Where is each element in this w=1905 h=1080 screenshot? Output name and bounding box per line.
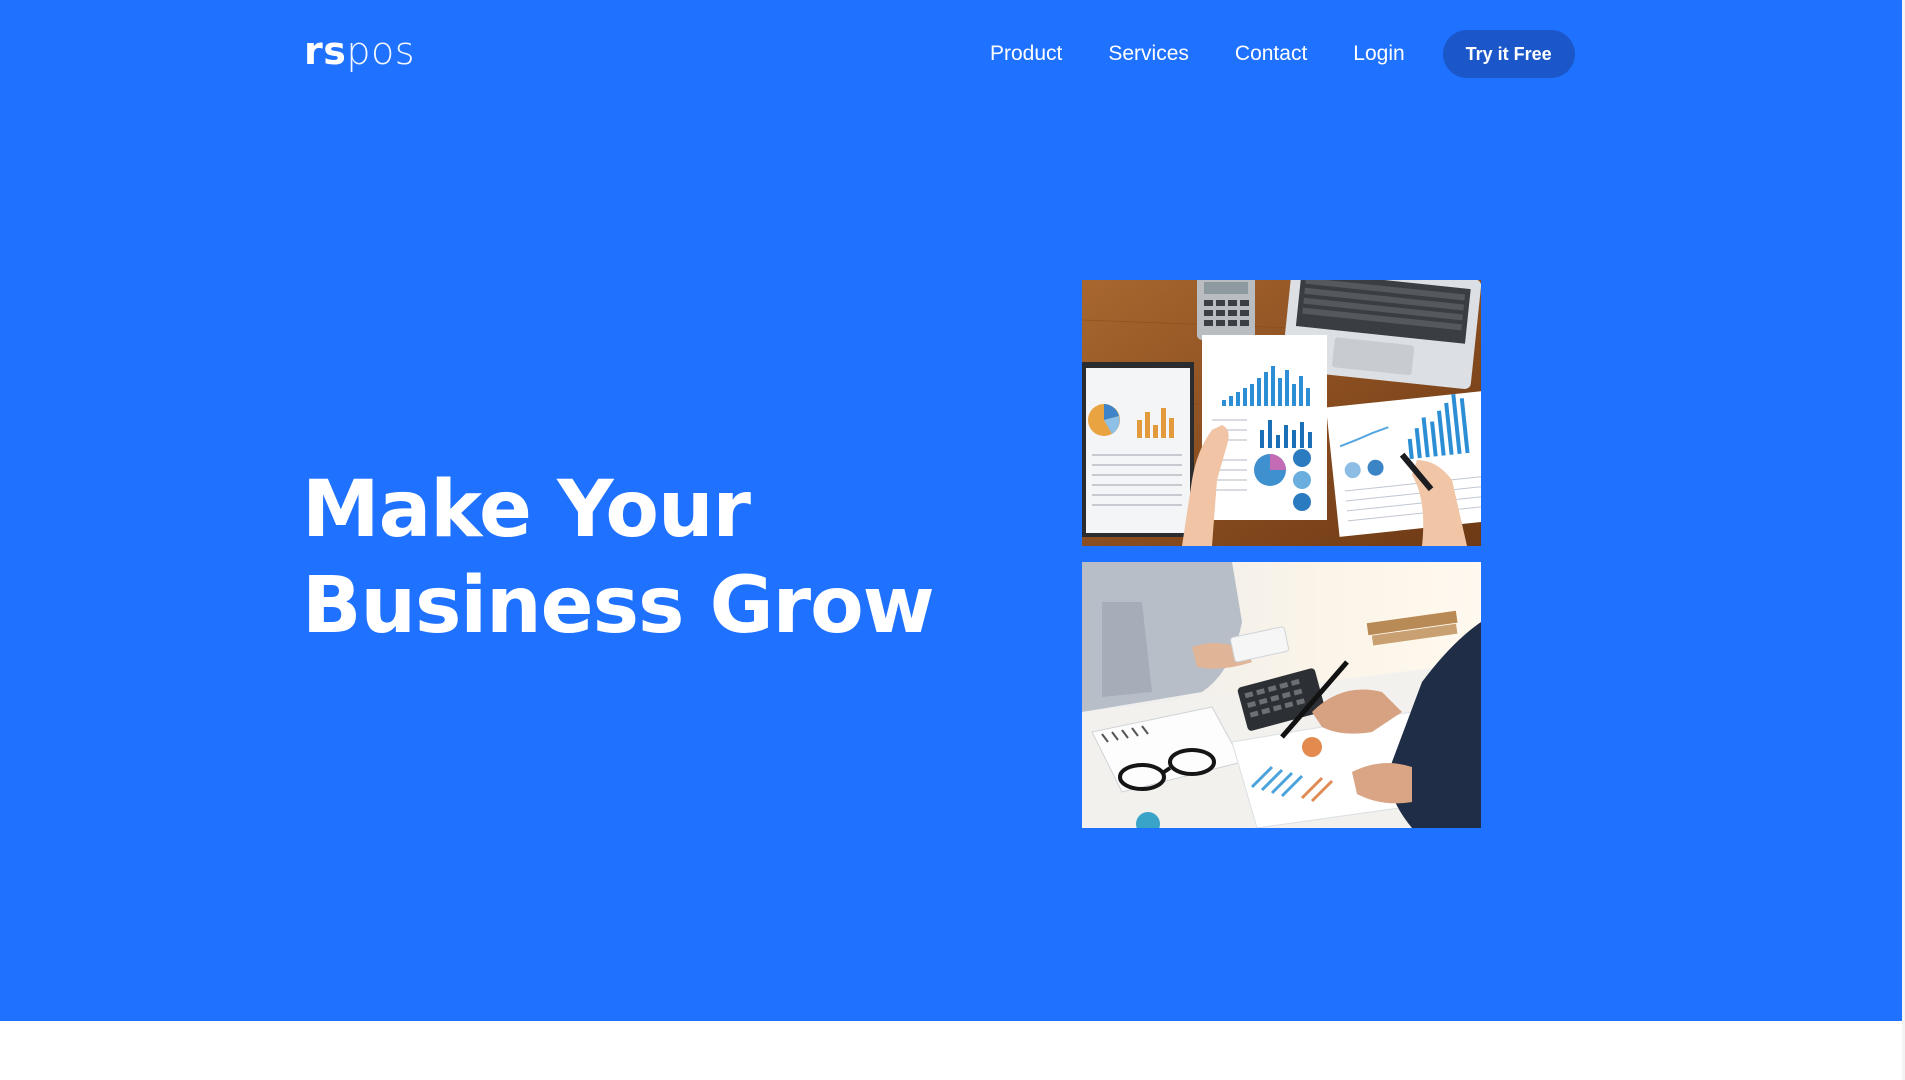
try-it-free-button[interactable]: Try it Free (1442, 30, 1575, 78)
nav-link-contact[interactable]: Contact (1235, 42, 1307, 66)
headline-line-1: Make Your (302, 465, 751, 555)
hero-section: rspos Product Services Contact Login Try… (0, 0, 1905, 1021)
brand-logo[interactable]: rspos (304, 27, 415, 75)
logo-light-text: pos (346, 29, 416, 73)
business-charts-illustration (1082, 280, 1481, 546)
logo-bold-text: rs (304, 29, 347, 73)
nav-link-product[interactable]: Product (990, 42, 1062, 66)
hero-headline: Make Your Business Grow (302, 462, 942, 654)
top-navigation: Product Services Contact Login Try it Fr… (990, 30, 1575, 78)
nav-link-services[interactable]: Services (1108, 42, 1189, 66)
nav-link-login[interactable]: Login (1353, 42, 1404, 66)
headline-line-2: Business Grow (302, 561, 935, 651)
business-charts-photo (1082, 280, 1481, 546)
business-meeting-photo (1082, 562, 1481, 828)
business-meeting-illustration (1082, 562, 1481, 828)
